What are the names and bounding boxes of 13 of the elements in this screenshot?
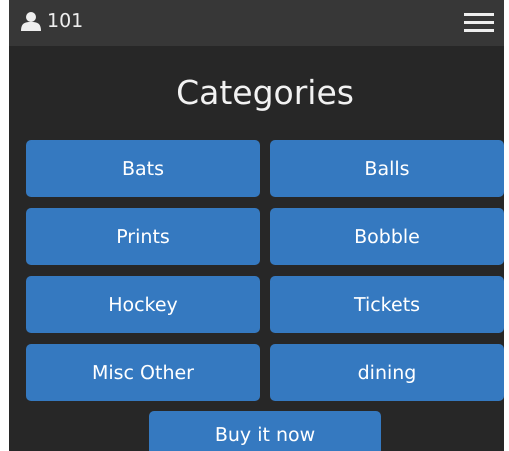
category-button[interactable]: Bobble — [270, 208, 504, 265]
category-button[interactable]: Balls — [270, 140, 504, 197]
menu-icon[interactable] — [464, 12, 494, 32]
category-button[interactable]: Prints — [26, 208, 260, 265]
buy-button[interactable]: Buy it now — [149, 411, 381, 451]
category-button[interactable]: dining — [270, 344, 504, 401]
category-button[interactable]: Tickets — [270, 276, 504, 333]
category-button[interactable]: Misc Other — [26, 344, 260, 401]
page-title: Categories — [175, 72, 355, 114]
category-button[interactable]: Bats — [26, 140, 260, 197]
user-icon — [21, 11, 41, 31]
category-button[interactable]: Hockey — [26, 276, 260, 333]
user-count: 101 — [47, 10, 84, 32]
